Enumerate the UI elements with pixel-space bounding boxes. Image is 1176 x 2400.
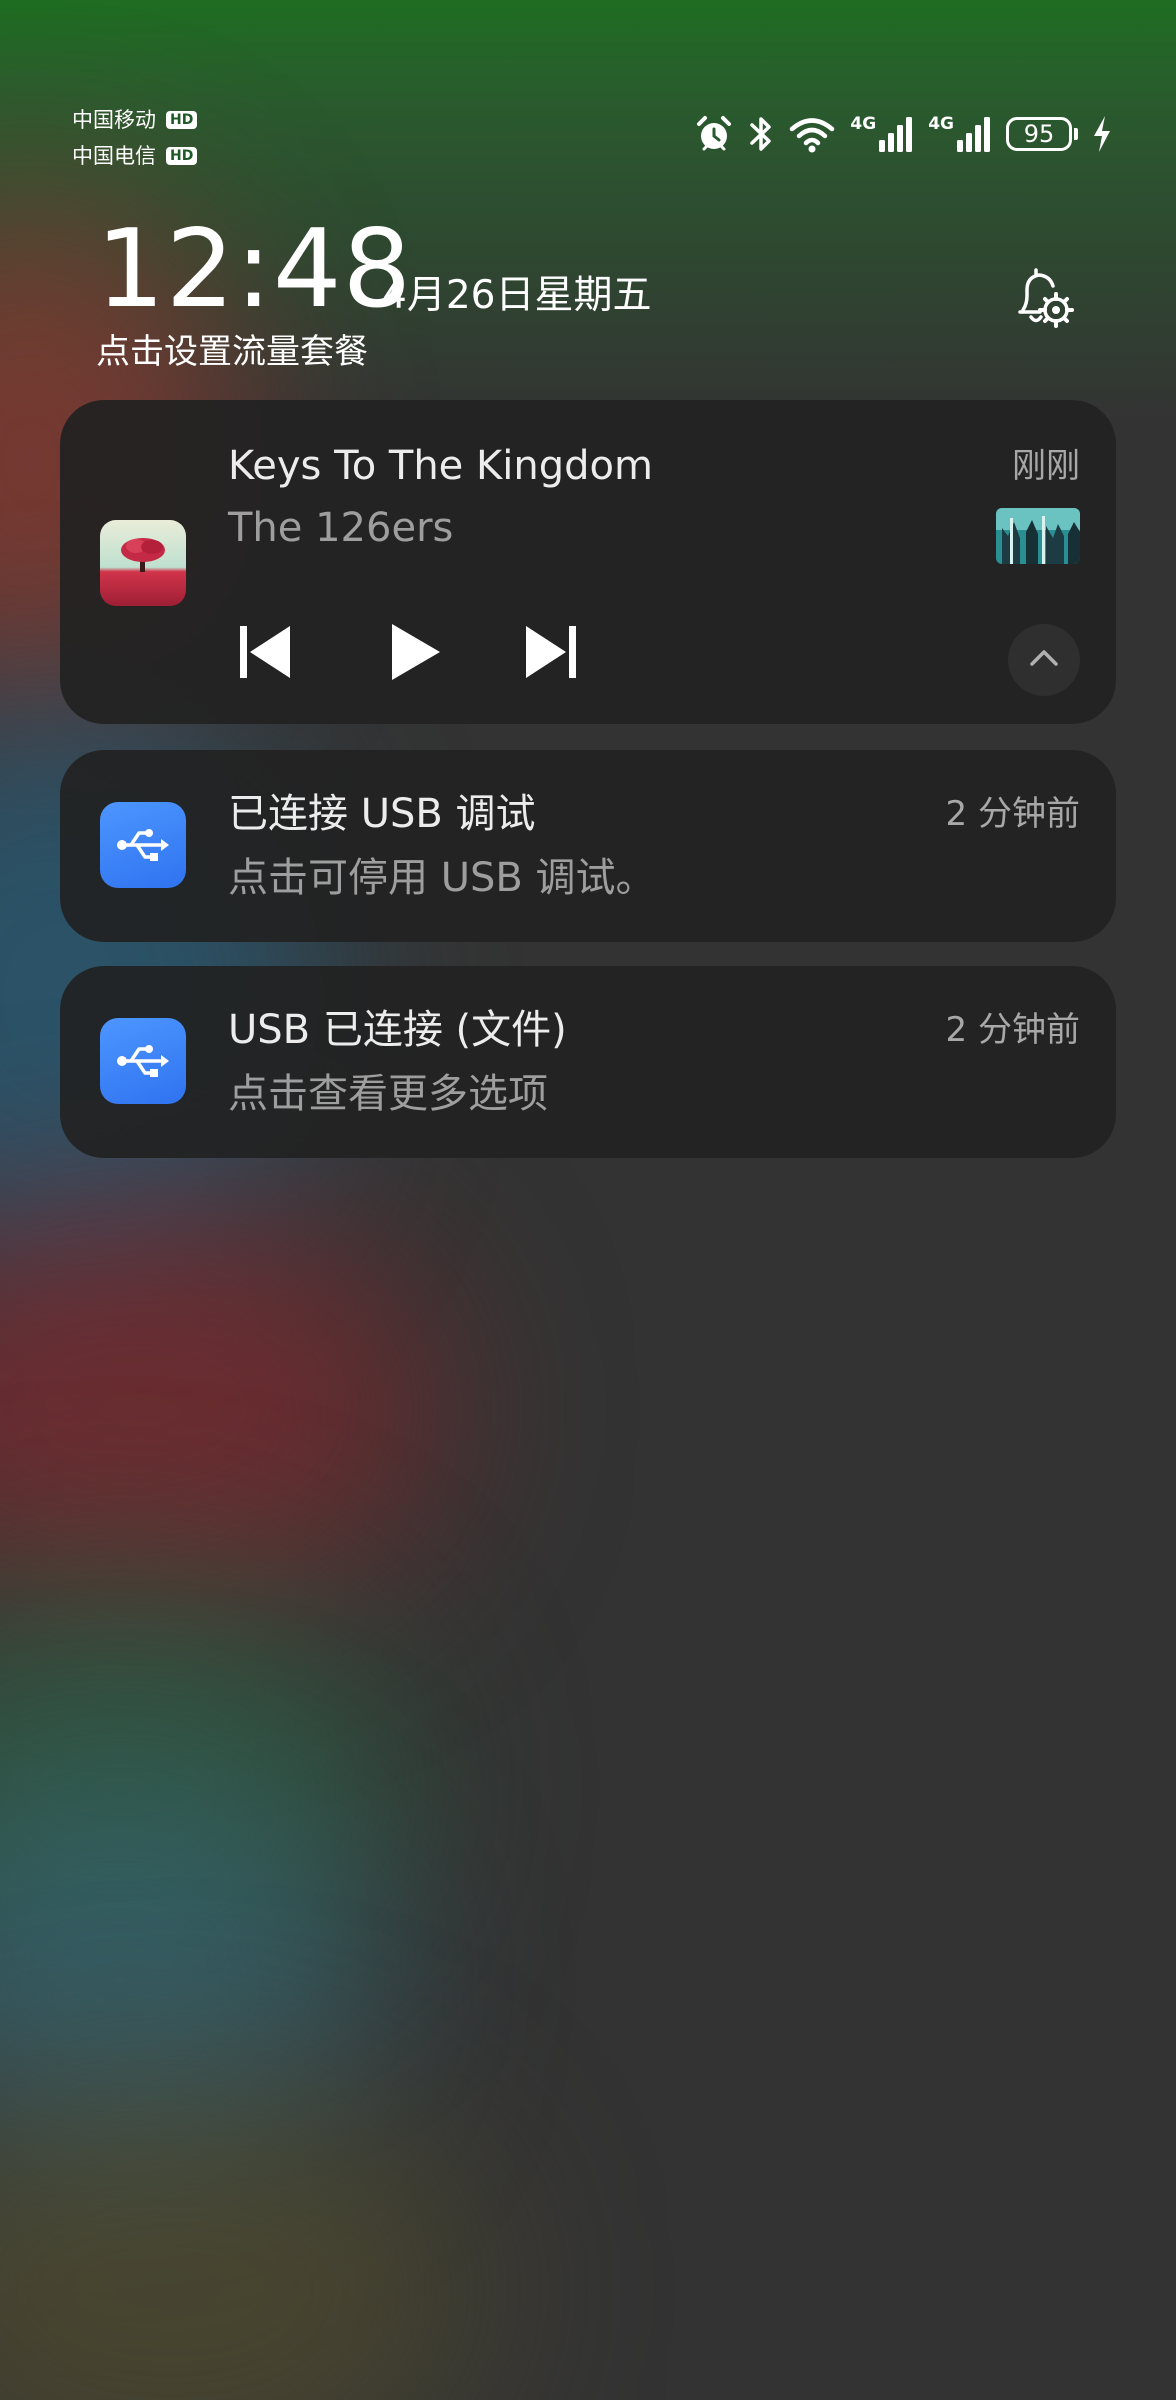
- notification-title: 已连接 USB 调试: [228, 791, 536, 837]
- battery-level: 95: [1006, 117, 1072, 151]
- charging-icon: [1092, 114, 1112, 154]
- album-art: [100, 520, 186, 606]
- alarm-icon: [694, 114, 734, 154]
- previous-button[interactable]: [226, 616, 302, 692]
- data-plan-link[interactable]: 点击设置流量套餐: [96, 326, 368, 378]
- song-title: Keys To The Kingdom: [228, 443, 653, 489]
- battery-icon: 95: [1006, 117, 1078, 151]
- wallpaper-blob: [0, 2080, 480, 2400]
- bell-settings-icon[interactable]: [1006, 262, 1078, 334]
- notification-body: 点击可停用 USB 调试。: [228, 855, 656, 901]
- wifi-icon: [788, 114, 836, 154]
- collapse-button[interactable]: [1008, 624, 1080, 696]
- notification-title: USB 已连接 (文件): [228, 1007, 567, 1053]
- media-player-card[interactable]: Keys To The Kingdom The 126ers 刚刚: [60, 400, 1116, 724]
- network-type-label: 4G: [928, 114, 954, 134]
- carrier-info: 中国移动 HD 中国电信 HD: [72, 102, 198, 174]
- media-timestamp: 刚刚: [1012, 446, 1080, 486]
- next-icon: [522, 622, 582, 686]
- notification-timestamp: 2 分钟前: [945, 1010, 1080, 1050]
- status-bar: 中国移动 HD 中国电信 HD 4G 4G 95: [0, 0, 1176, 200]
- wallpaper-blob: [0, 1200, 440, 1620]
- bluetooth-icon: [748, 114, 774, 154]
- usb-icon: [100, 802, 186, 888]
- wallpaper-blob: [0, 1780, 380, 2180]
- notification-body: 点击查看更多选项: [228, 1071, 548, 1117]
- hd-badge: HD: [166, 111, 198, 129]
- usb-icon: [100, 1018, 186, 1104]
- signal-icon: 4G: [850, 114, 914, 154]
- carrier-name-2: 中国电信: [72, 144, 156, 168]
- notification-usb-debugging[interactable]: 已连接 USB 调试 点击可停用 USB 调试。 2 分钟前: [60, 750, 1116, 942]
- signal-icon: 4G: [928, 114, 992, 154]
- play-button[interactable]: [376, 616, 452, 692]
- notification-shade: 中国移动 HD 中国电信 HD 4G 4G 95 12:48 4月26日星期五 …: [0, 0, 1176, 2400]
- battery-cap: [1074, 128, 1078, 140]
- song-artist: The 126ers: [228, 505, 454, 551]
- media-source-thumbnail: [996, 508, 1080, 564]
- status-icons: 4G 4G 95: [694, 112, 1112, 156]
- clock[interactable]: 12:48: [96, 210, 412, 330]
- carrier-row-1: 中国移动 HD: [72, 102, 198, 138]
- hd-badge: HD: [166, 147, 198, 165]
- network-type-label: 4G: [850, 114, 877, 134]
- notification-timestamp: 2 分钟前: [945, 794, 1080, 834]
- date[interactable]: 4月26日星期五: [382, 268, 651, 324]
- notification-usb-connected[interactable]: USB 已连接 (文件) 点击查看更多选项 2 分钟前: [60, 966, 1116, 1158]
- wallpaper-blob: [0, 1580, 400, 2000]
- next-button[interactable]: [514, 616, 590, 692]
- play-icon: [384, 622, 444, 686]
- previous-icon: [234, 622, 294, 686]
- carrier-row-2: 中国电信 HD: [72, 138, 198, 174]
- carrier-name-1: 中国移动: [72, 108, 156, 132]
- chevron-up-icon: [1026, 640, 1062, 680]
